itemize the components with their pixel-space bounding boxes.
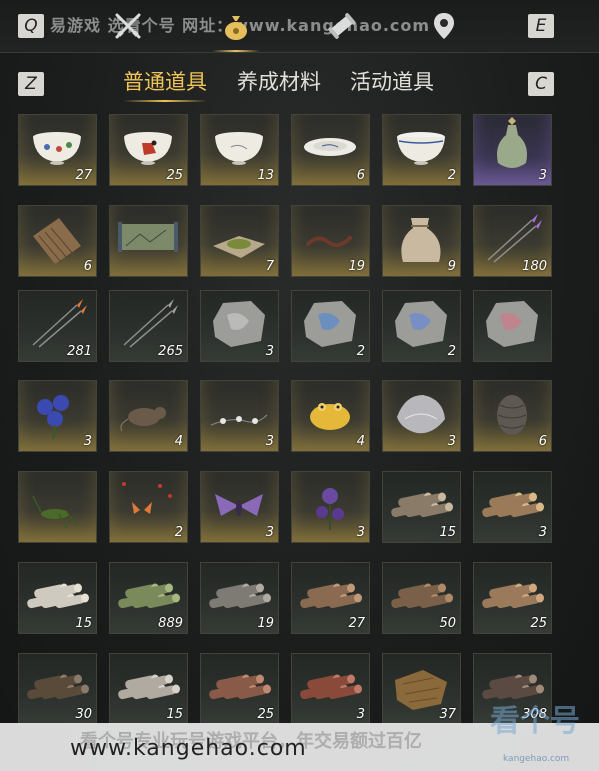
item-quantity: 265 xyxy=(158,344,183,359)
inventory-slot[interactable]: 25 xyxy=(109,114,188,186)
item-quantity: 13 xyxy=(257,168,274,183)
inventory-slot[interactable]: 27 xyxy=(18,114,97,186)
item-quantity: 6 xyxy=(538,434,547,449)
key-hint-c[interactable]: C xyxy=(528,72,554,96)
item-quantity: 3 xyxy=(356,525,365,540)
inventory-slot[interactable] xyxy=(18,471,97,543)
item-quantity: 6 xyxy=(83,259,92,274)
inventory-slot[interactable]: 15 xyxy=(109,653,188,725)
inventory-slot[interactable]: 2 xyxy=(109,471,188,543)
inventory-slot[interactable]: 4 xyxy=(291,380,370,452)
item-quantity: 3 xyxy=(538,525,547,540)
key-hint-q[interactable]: Q xyxy=(18,14,44,38)
item-quantity: 9 xyxy=(447,259,456,274)
inventory-slot[interactable] xyxy=(473,290,552,362)
footer-logo-sub: kangehao.com xyxy=(503,754,570,764)
item-quantity: 27 xyxy=(75,168,92,183)
item-quantity: 19 xyxy=(257,616,274,631)
item-quantity: 37 xyxy=(439,707,456,722)
inventory-slot[interactable]: 6 xyxy=(291,114,370,186)
item-quantity: 4 xyxy=(356,434,365,449)
item-quantity: 50 xyxy=(439,616,456,631)
footer-logo: 看个号 xyxy=(490,704,580,739)
inventory-grid: 27 25 13 6 2 3 6 7 19 9 180 281 265 3 2 2 3 4 3 4 3 6 2 3 3 15 3 15… xyxy=(18,114,558,725)
item-quantity: 3 xyxy=(265,525,274,540)
inventory-slot[interactable]: 281 xyxy=(18,290,97,362)
top-bar: Q 易游戏 选看个号 网址：www.kangehao.com E xyxy=(0,0,599,53)
tab-event-items[interactable]: 活动道具 xyxy=(350,66,434,96)
scroll-icon[interactable] xyxy=(326,10,358,42)
inventory-slot[interactable]: 15 xyxy=(18,562,97,634)
inventory-slot[interactable]: 15 xyxy=(382,471,461,543)
inventory-slot[interactable]: 2 xyxy=(382,114,461,186)
inventory-slot[interactable]: 25 xyxy=(473,562,552,634)
inventory-slot[interactable] xyxy=(109,205,188,277)
item-quantity: 2 xyxy=(447,168,456,183)
item-quantity: 19 xyxy=(348,259,365,274)
inventory-slot[interactable]: 30 xyxy=(18,653,97,725)
inventory-slot[interactable]: 19 xyxy=(291,205,370,277)
item-quantity: 3 xyxy=(356,707,365,722)
item-quantity: 2 xyxy=(174,525,183,540)
item-quantity: 25 xyxy=(257,707,274,722)
item-quantity: 15 xyxy=(75,616,92,631)
inventory-slot[interactable]: 19 xyxy=(200,562,279,634)
inventory-slot[interactable]: 3 xyxy=(200,290,279,362)
inventory-slot[interactable]: 3 xyxy=(291,653,370,725)
inventory-slot[interactable]: 3 xyxy=(200,471,279,543)
item-quantity: 3 xyxy=(265,344,274,359)
money-bag-icon[interactable] xyxy=(212,10,260,52)
item-quantity: 2 xyxy=(447,344,456,359)
item-quantity: 25 xyxy=(530,616,547,631)
inventory-slot[interactable]: 3 xyxy=(18,380,97,452)
inventory-slot[interactable]: 6 xyxy=(473,380,552,452)
inventory-slot[interactable]: 2 xyxy=(291,290,370,362)
inventory-slot[interactable]: 25 xyxy=(200,653,279,725)
inventory-slot[interactable]: 3 xyxy=(382,380,461,452)
inventory-slot[interactable]: 37 xyxy=(382,653,461,725)
inventory-slot[interactable]: 27 xyxy=(291,562,370,634)
item-quantity: 3 xyxy=(447,434,456,449)
inventory-slot[interactable]: 3 xyxy=(473,114,552,186)
tab-materials[interactable]: 养成材料 xyxy=(237,66,321,96)
item-quantity: 3 xyxy=(265,434,274,449)
inventory-slot[interactable]: 6 xyxy=(18,205,97,277)
inventory-slot[interactable]: 7 xyxy=(200,205,279,277)
map-pin-icon[interactable] xyxy=(428,10,460,42)
item-quantity: 15 xyxy=(166,707,183,722)
item-quantity: 889 xyxy=(158,616,183,631)
item-quantity: 180 xyxy=(522,259,547,274)
item-quantity: 27 xyxy=(348,616,365,631)
inventory-slot[interactable]: 3 xyxy=(200,380,279,452)
crossed-swords-icon[interactable] xyxy=(112,10,144,42)
item-quantity: 7 xyxy=(265,259,274,274)
inventory-slot[interactable]: 889 xyxy=(109,562,188,634)
item-quantity: 25 xyxy=(166,168,183,183)
footer-url: www.kangehao.com xyxy=(70,736,307,761)
key-hint-z[interactable]: Z xyxy=(18,72,44,96)
item-quantity: 3 xyxy=(83,434,92,449)
tab-common-items[interactable]: 普通道具 xyxy=(123,66,207,102)
inventory-slot[interactable]: 3 xyxy=(291,471,370,543)
inventory-slot[interactable]: 265 xyxy=(109,290,188,362)
item-quantity: 3 xyxy=(538,168,547,183)
inventory-slot[interactable]: 9 xyxy=(382,205,461,277)
inventory-slot[interactable]: 3 xyxy=(473,471,552,543)
inventory-slot[interactable]: 2 xyxy=(382,290,461,362)
item-quantity: 15 xyxy=(439,525,456,540)
category-tabs: 普通道具 养成材料 活动道具 xyxy=(120,66,480,102)
inventory-slot[interactable]: 4 xyxy=(109,380,188,452)
item-quantity: 4 xyxy=(174,434,183,449)
item-quantity: 6 xyxy=(356,168,365,183)
key-hint-e[interactable]: E xyxy=(528,14,554,38)
inventory-slot[interactable]: 180 xyxy=(473,205,552,277)
inventory-slot[interactable]: 50 xyxy=(382,562,461,634)
item-quantity: 2 xyxy=(356,344,365,359)
item-quantity: 30 xyxy=(75,707,92,722)
item-quantity: 281 xyxy=(67,344,92,359)
inventory-slot[interactable]: 13 xyxy=(200,114,279,186)
